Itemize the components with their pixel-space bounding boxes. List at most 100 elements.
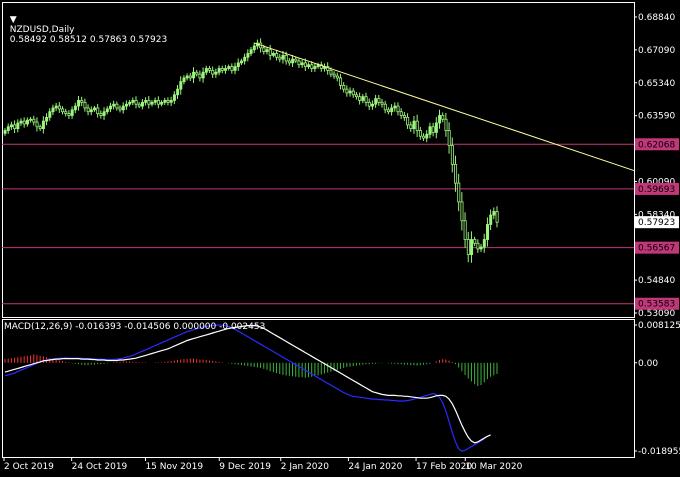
candle-body: [367, 101, 371, 107]
candle-body: [109, 105, 113, 110]
x-tick-label-1: 24 Oct 2019: [72, 462, 128, 472]
candle-body: [358, 96, 362, 101]
candle-body: [307, 64, 311, 68]
candle-body: [438, 115, 442, 124]
candle-body: [195, 71, 199, 75]
price-panel-border: [2, 2, 635, 318]
candle-body: [454, 163, 458, 184]
candle-body: [262, 47, 266, 52]
candle-body: [300, 62, 304, 66]
candle-body: [41, 120, 45, 130]
x-tick-label-2: 15 Nov 2019: [145, 462, 203, 472]
candle-body: [201, 71, 205, 79]
candle-body: [137, 103, 141, 107]
candle-body: [64, 111, 68, 114]
candle-body: [246, 53, 250, 58]
candle-body: [89, 109, 93, 113]
candle-body: [412, 120, 416, 130]
candle-body: [402, 115, 406, 118]
candle-body: [329, 69, 333, 75]
current-price-label: 0.57923: [638, 218, 675, 228]
candle-body: [377, 98, 381, 103]
candle-body: [303, 62, 307, 68]
candle-body: [131, 100, 135, 103]
candle-body: [214, 71, 218, 75]
price-chart[interactable]: 0.688400.670900.653400.635900.600900.583…: [0, 0, 680, 477]
candle-body: [16, 122, 20, 130]
candle-body: [147, 100, 151, 105]
candle-body: [240, 60, 244, 64]
candle-body: [29, 118, 33, 121]
candle-body: [418, 130, 422, 137]
macd-line: [4, 324, 485, 452]
candle-body: [310, 64, 314, 69]
candle-body: [176, 88, 180, 96]
candle-body: [335, 75, 339, 79]
candle-body: [313, 66, 317, 69]
candle-body: [57, 105, 61, 110]
candle-body: [450, 145, 454, 165]
candle-body: [73, 105, 77, 111]
candle-body: [185, 75, 189, 79]
candle-body: [13, 124, 17, 130]
trendline: [254, 42, 635, 172]
candle-body: [287, 60, 291, 64]
candle-body: [332, 73, 336, 77]
candle-body: [386, 109, 390, 113]
candle-body: [208, 68, 212, 71]
candle-body: [441, 115, 445, 120]
macd-header: MACD(12,26,9) -0.016393 -0.014506 0.0000…: [4, 322, 266, 332]
candle-body: [118, 107, 122, 111]
x-tick-label-7: 10 Mar 2020: [465, 462, 522, 472]
level-label-2: 0.56567: [638, 244, 675, 254]
candle-body: [19, 120, 23, 124]
x-tick-label-4: 2 Jan 2020: [281, 462, 329, 472]
candle-body: [224, 68, 228, 71]
candle-body: [61, 108, 65, 113]
candle-body: [390, 107, 394, 113]
candle-body: [38, 126, 42, 130]
candle-body: [77, 100, 81, 107]
collapse-triangle-icon[interactable]: ▼: [10, 15, 17, 25]
candle-body: [227, 66, 231, 69]
x-tick-label-5: 24 Jan 2020: [348, 462, 402, 472]
candle-body: [473, 239, 477, 244]
candle-body: [198, 73, 202, 79]
candle-body: [355, 94, 359, 98]
candle-body: [179, 81, 183, 90]
candle-body: [434, 122, 438, 133]
candle-body: [9, 124, 13, 128]
candle-body: [393, 105, 397, 109]
candle-body: [45, 116, 49, 122]
candle-body: [83, 101, 87, 109]
candle-body: [265, 49, 269, 52]
candle-body: [339, 77, 343, 86]
candle-body: [486, 224, 490, 240]
candle-body: [297, 60, 301, 66]
candle-body: [399, 111, 403, 116]
candle-body: [447, 130, 451, 146]
candle-body: [25, 119, 29, 125]
candle-body: [457, 182, 461, 203]
macd-panel-border: [2, 319, 635, 458]
candle-body: [86, 107, 90, 113]
candle-body: [163, 100, 167, 103]
candle-body: [140, 101, 144, 107]
candle-body: [431, 126, 435, 133]
candle-body: [128, 101, 132, 105]
candle-body: [35, 121, 39, 128]
candle-body: [460, 201, 464, 222]
candle-body: [492, 211, 496, 216]
candle-body: [351, 90, 355, 96]
candle-body: [70, 109, 74, 116]
candle-body: [204, 68, 208, 73]
candle-body: [252, 45, 256, 51]
candle-body: [275, 53, 279, 58]
candle-body: [80, 100, 84, 103]
candle-body: [217, 68, 221, 73]
x-tick-label-6: 17 Feb 2020: [416, 462, 472, 472]
candle-body: [463, 220, 467, 240]
candle-body: [428, 126, 432, 135]
candle-body: [67, 113, 71, 116]
candle-body: [371, 103, 375, 107]
